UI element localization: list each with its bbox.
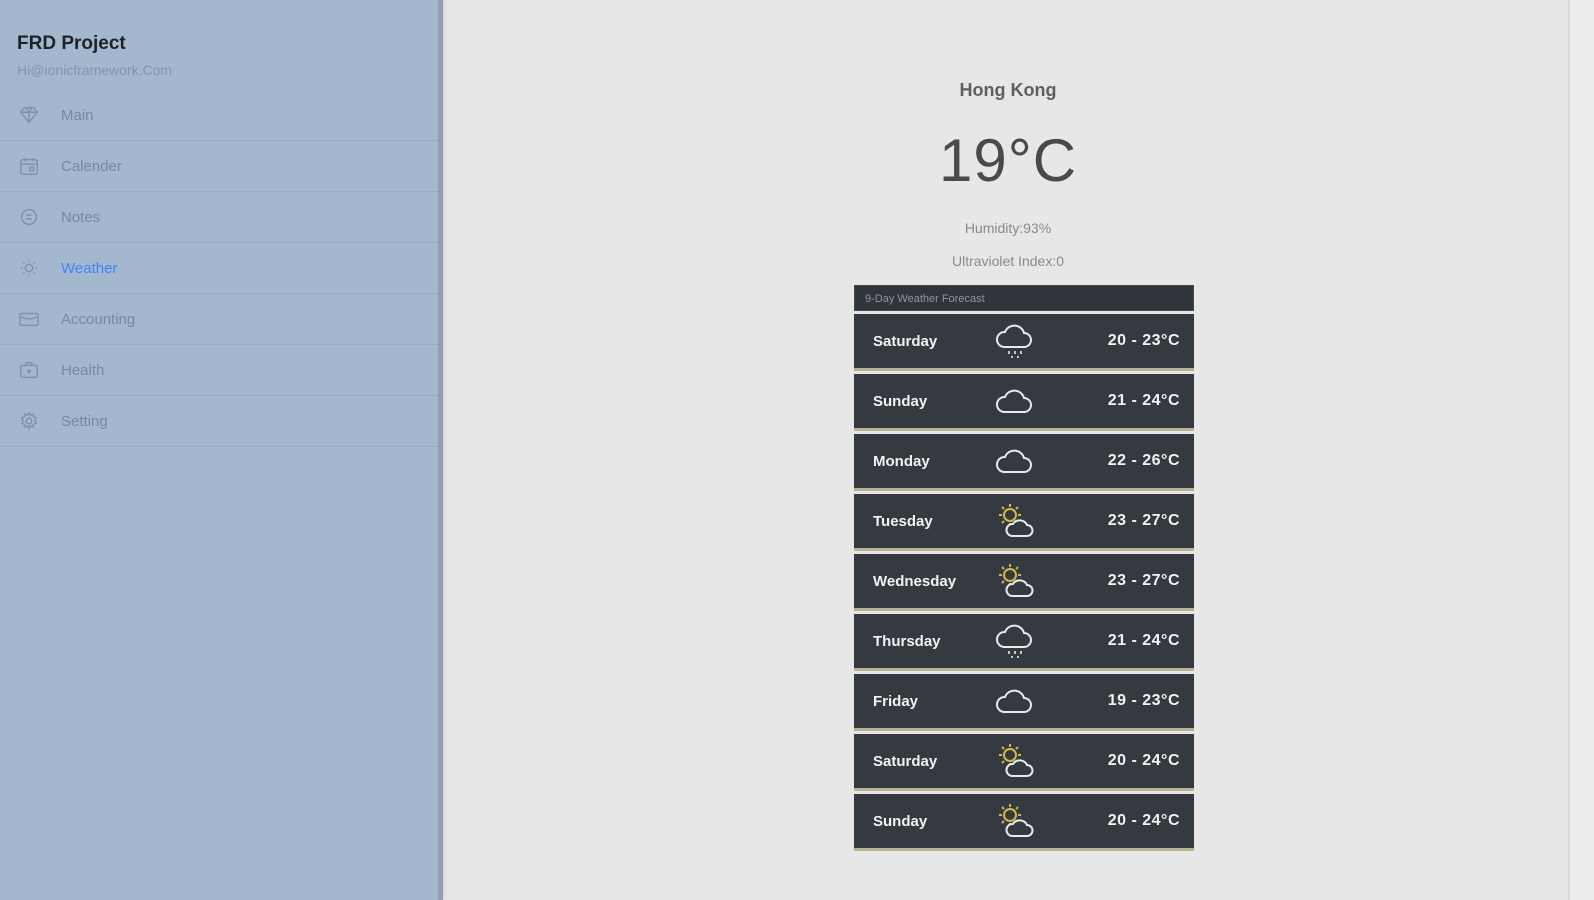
menu-label: Accounting [61, 310, 136, 328]
forecast-day: Tuesday [873, 512, 933, 530]
menu-label: Calender [61, 157, 122, 175]
forecast-row: Saturday 20 - 23°C [854, 314, 1194, 371]
forecast-day: Sunday [873, 812, 928, 830]
menu-header: FRD Project Hi@ionicframework.Com [0, 0, 438, 90]
app-title: FRD Project [17, 33, 126, 54]
menu-label: Weather [61, 259, 118, 277]
menu-label: Notes [61, 208, 101, 226]
app-window: FRD Project Hi@ionicframework.Com Main C… [0, 0, 1594, 900]
sun-cloud-icon [974, 740, 1054, 782]
forecast-temp-range: 20 - 23°C [1107, 332, 1180, 349]
forecast-temp-range: 20 - 24°C [1107, 752, 1180, 769]
forecast-temp-range: 21 - 24°C [1107, 392, 1180, 409]
user-email: Hi@ionicframework.Com [17, 62, 173, 78]
forecast-temp-range: 19 - 23°C [1107, 692, 1180, 709]
forecast-row: Saturday 20 - 24°C [854, 734, 1194, 791]
menu-item-health[interactable]: Health [0, 345, 438, 396]
menu-item-weather[interactable]: Weather [0, 243, 438, 294]
forecast-temp-range: 23 - 27°C [1107, 572, 1180, 589]
sun-cloud-icon [974, 500, 1054, 542]
diamond-icon [17, 103, 41, 127]
notes-icon [17, 205, 41, 229]
menu-item-setting[interactable]: Setting [0, 396, 438, 447]
forecast-temp-range: 21 - 24°C [1107, 632, 1180, 649]
wallet-icon [17, 307, 41, 331]
rain-cloud-icon [974, 620, 1054, 662]
forecast-title: 9-Day Weather Forecast [854, 285, 1194, 311]
forecast-row: Thursday 21 - 24°C [854, 614, 1194, 671]
menu-label: Health [61, 361, 105, 379]
medkit-icon [17, 358, 41, 382]
forecast-day: Saturday [873, 752, 938, 770]
forecast-row: Sunday 20 - 24°C [854, 794, 1194, 851]
forecast-day: Wednesday [873, 572, 957, 590]
forecast-row: Sunday 21 - 24°C [854, 374, 1194, 431]
sun-cloud-icon [974, 560, 1054, 602]
menu-item-notes[interactable]: Notes [0, 192, 438, 243]
forecast-day: Saturday [873, 332, 938, 350]
cloud-icon [974, 380, 1054, 422]
sun-icon [17, 256, 41, 280]
forecast-day: Monday [873, 452, 930, 470]
calendar-icon [17, 154, 41, 178]
uv-index-text: Ultraviolet Index:0 [951, 253, 1065, 269]
forecast-day: Sunday [873, 392, 928, 410]
forecast-row: Tuesday 23 - 27°C [854, 494, 1194, 551]
forecast-day: Friday [873, 692, 919, 710]
forecast-day: Thursday [873, 632, 941, 650]
forecast-temp-range: 22 - 26°C [1107, 452, 1180, 469]
forecast-row: Monday 22 - 26°C [854, 434, 1194, 491]
menu-item-main[interactable]: Main [0, 90, 438, 141]
humidity-text: Humidity:93% [964, 220, 1052, 236]
gear-icon [17, 409, 41, 433]
cloud-icon [974, 680, 1054, 722]
forecast-rows: Saturday 20 - 23°C Sunday 21 - 24°C Monday… [854, 314, 1194, 851]
forecast-table: 9-Day Weather Forecast Saturday 20 - 23°… [854, 285, 1194, 851]
forecast-row: Wednesday 23 - 27°C [854, 554, 1194, 611]
forecast-row: Friday 19 - 23°C [854, 674, 1194, 731]
weather-page: Hong Kong 19°C Humidity:93% Ultraviolet … [448, 0, 1594, 900]
menu-item-calender[interactable]: Calender [0, 141, 438, 192]
menu-label: Main [61, 106, 94, 124]
right-panel-edge [1568, 0, 1594, 900]
cloud-icon [974, 440, 1054, 482]
rain-cloud-icon [974, 320, 1054, 362]
side-menu: FRD Project Hi@ionicframework.Com Main C… [0, 0, 443, 900]
city-name: Hong Kong [959, 80, 1057, 100]
forecast-temp-range: 20 - 24°C [1107, 812, 1180, 829]
current-temperature: 19°C [938, 127, 1078, 194]
menu-list: Main Calender Notes Weather Accounting H… [0, 90, 438, 447]
menu-label: Setting [61, 412, 108, 430]
menu-item-accounting[interactable]: Accounting [0, 294, 438, 345]
forecast-temp-range: 23 - 27°C [1107, 512, 1180, 529]
sun-cloud-icon [974, 800, 1054, 842]
